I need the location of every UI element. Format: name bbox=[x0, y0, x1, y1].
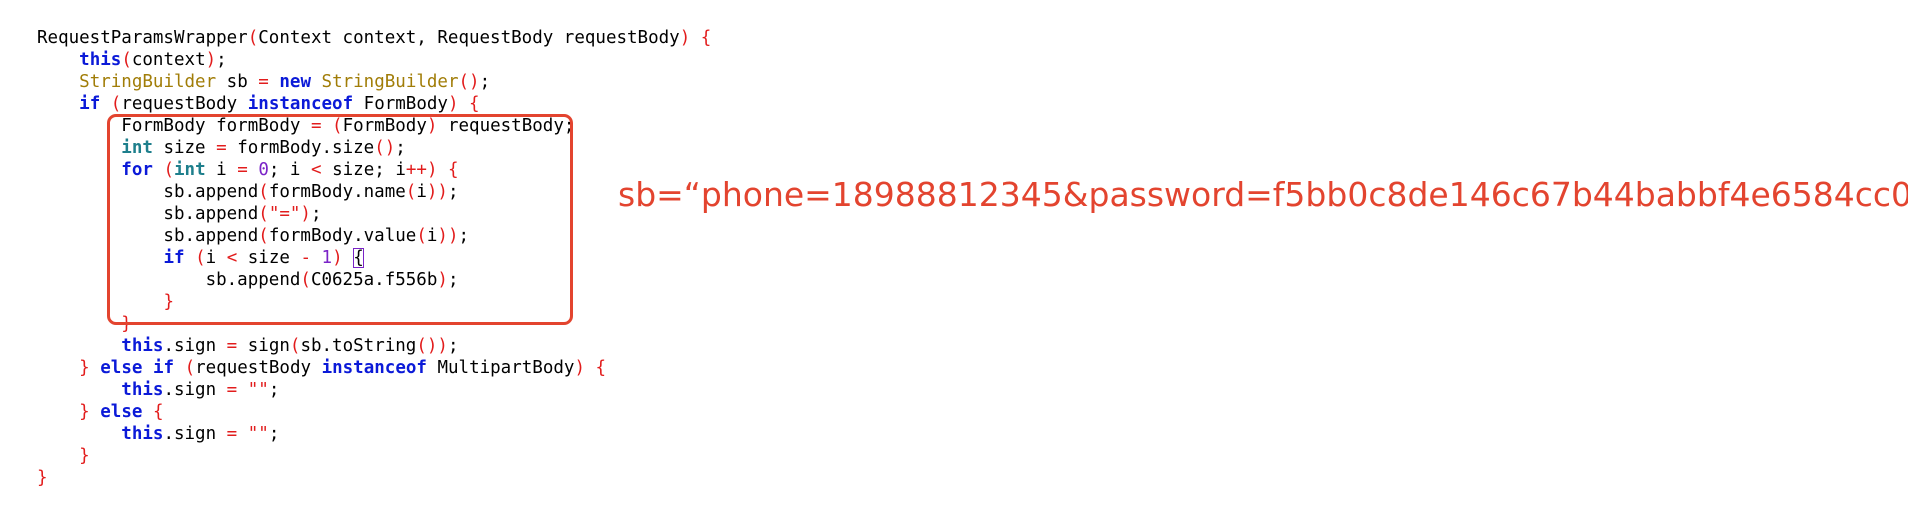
code-token: .sign bbox=[163, 424, 227, 444]
code-token: else bbox=[100, 402, 143, 422]
code-token: ( bbox=[110, 94, 122, 114]
code-token: = bbox=[226, 336, 238, 356]
code-line: this.sign = ""; bbox=[37, 423, 279, 445]
code-token: sign bbox=[237, 336, 290, 356]
code-token: instanceof bbox=[247, 94, 354, 114]
code-token: ()) bbox=[416, 336, 448, 356]
code-line: } bbox=[37, 467, 48, 489]
code-token: Context context, RequestBody requestBody bbox=[258, 28, 680, 48]
code-token: this bbox=[79, 50, 122, 70]
code-token: ) bbox=[205, 50, 217, 70]
code-token: StringBuilder bbox=[79, 72, 217, 92]
code-token: else bbox=[100, 358, 143, 378]
code-token: requestBody bbox=[121, 94, 248, 114]
code-token: = bbox=[226, 380, 238, 400]
code-token: "" bbox=[247, 380, 269, 400]
annotation-text: sb=“phone=18988812345&password=f5bb0c8de… bbox=[618, 175, 1908, 214]
code-token: if bbox=[152, 358, 175, 378]
code-token: instanceof bbox=[321, 358, 427, 378]
code-token: () bbox=[458, 72, 480, 92]
code-line: } else { bbox=[37, 401, 164, 423]
code-token: ; bbox=[479, 72, 491, 92]
code-token: } bbox=[37, 468, 48, 488]
highlight-box bbox=[107, 114, 573, 325]
code-line: this.sign = sign(sb.toString()); bbox=[37, 335, 459, 357]
code-token: this bbox=[121, 424, 164, 444]
code-token: ; bbox=[216, 50, 227, 70]
code-token: { bbox=[152, 402, 164, 422]
code-token: ; bbox=[447, 336, 459, 356]
code-token: ) bbox=[679, 28, 691, 48]
code-token: = bbox=[226, 424, 238, 444]
code-line: this(context); bbox=[37, 49, 227, 71]
code-token: ( bbox=[289, 336, 301, 356]
code-token: } bbox=[79, 358, 90, 378]
code-token: if bbox=[79, 94, 101, 114]
code-token: { bbox=[700, 28, 712, 48]
code-token: requestBody bbox=[195, 358, 322, 378]
code-token: .sign bbox=[163, 336, 227, 356]
code-token: new bbox=[279, 72, 311, 92]
code-token: } bbox=[79, 446, 90, 466]
code-token: context bbox=[131, 50, 206, 70]
code-token: StringBuilder bbox=[321, 72, 459, 92]
code-token: RequestParamsWrapper bbox=[37, 28, 248, 48]
code-token: sb.toString bbox=[300, 336, 417, 356]
code-line: } else if (requestBody instanceof Multip… bbox=[37, 357, 606, 379]
code-token: { bbox=[595, 358, 607, 378]
code-token: "" bbox=[247, 424, 269, 444]
code-token: ( bbox=[121, 50, 132, 70]
code-token: FormBody bbox=[353, 94, 448, 114]
code-line: } bbox=[37, 445, 90, 467]
code-line: this.sign = ""; bbox=[37, 379, 279, 401]
code-token: MultipartBody bbox=[426, 358, 575, 378]
code-token: { bbox=[469, 94, 480, 114]
code-token: this bbox=[121, 336, 164, 356]
code-token: sb bbox=[216, 72, 259, 92]
code-line: if (requestBody instanceof FormBody) { bbox=[37, 93, 480, 115]
code-token: this bbox=[121, 380, 164, 400]
code-token: ) bbox=[574, 358, 585, 378]
code-token: = bbox=[258, 72, 269, 92]
code-token: ) bbox=[447, 94, 459, 114]
code-token: ; bbox=[268, 380, 280, 400]
code-token: ( bbox=[184, 358, 196, 378]
code-token: ( bbox=[247, 28, 259, 48]
code-token: ; bbox=[268, 424, 280, 444]
code-line: RequestParamsWrapper(Context context, Re… bbox=[37, 27, 711, 49]
code-token: .sign bbox=[163, 380, 227, 400]
code-line: StringBuilder sb = new StringBuilder(); bbox=[37, 71, 490, 93]
code-token: } bbox=[79, 402, 90, 422]
